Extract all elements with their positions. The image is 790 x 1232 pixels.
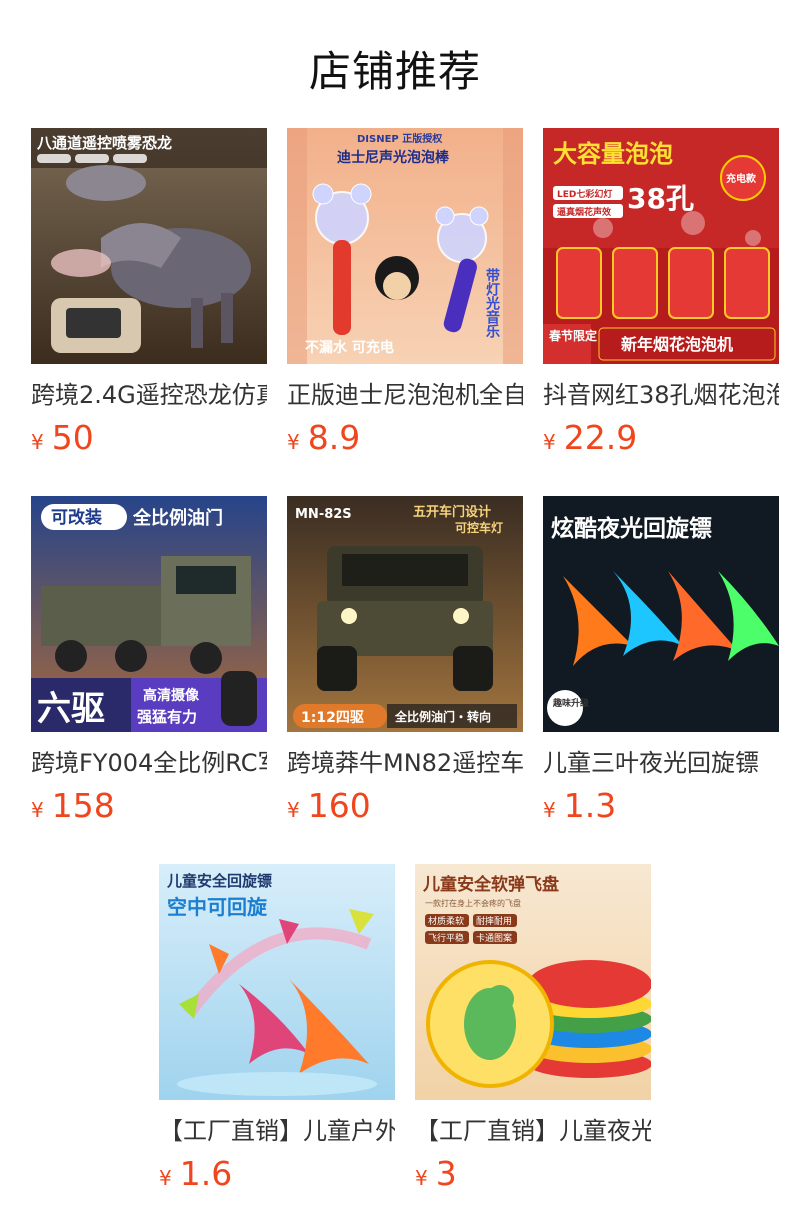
currency-symbol: ¥ [543,430,556,454]
product-price: ¥158 [31,786,267,832]
image-caption: 卡通图案 [476,932,512,944]
price-value: 160 [307,786,371,825]
image-caption: 飞行平稳 [428,932,464,944]
image-caption: DISNEP 正版授权 [357,132,443,145]
image-caption: 八通道遥控喷雾恐龙 [36,134,172,152]
currency-symbol: ¥ [415,1166,428,1190]
image-caption: 大容量泡泡 [553,140,673,168]
image-caption: 高清摄像 [143,687,200,704]
image-caption: 1:12四驱 [301,710,364,726]
image-caption: 带灯光音乐 [484,268,501,339]
price-value: 3 [435,1154,457,1193]
product-image-rc-jeep[interactable]: MN-82S 五开车门设计 可控车灯 1:12四驱 全比例油门・转向 [287,496,523,732]
price-value: 22.9 [563,418,638,457]
price-value: 1.6 [179,1154,233,1193]
image-caption: 耐摔耐用 [476,915,512,927]
product-price: ¥50 [31,418,267,464]
image-caption: 38孔 [627,182,694,215]
product-card[interactable]: 儿童安全回旋镖 空中可回旋 【工厂直销】儿童户外回旋镖 ¥1.6 [159,864,395,1200]
product-name[interactable]: 儿童三叶夜光回旋镖 [543,746,779,780]
currency-symbol: ¥ [31,798,44,822]
product-price: ¥22.9 [543,418,779,464]
image-caption: 趣味升级 [552,697,590,709]
product-card[interactable]: 儿童安全软弹飞盘 一款打在身上不会疼的飞盘 材质柔软 耐摔耐用 飞行平稳 卡通图… [415,864,651,1200]
product-image-glow-boomerang[interactable]: 炫酷夜光回旋镖 趣味升级 [543,496,779,732]
product-image-safe-boomerang[interactable]: 儿童安全回旋镖 空中可回旋 [159,864,395,1100]
product-image-firework-bubble[interactable]: 大容量泡泡 38孔 LED七彩幻灯 逼真烟花声效 充电款 春节限定 新年烟花泡泡… [543,128,779,364]
product-image-rc-truck[interactable]: 可改装 全比例油门 六驱 高清摄像 强猛有力 [31,496,267,732]
currency-symbol: ¥ [287,798,300,822]
product-price: ¥160 [287,786,523,832]
product-card[interactable]: MN-82S 五开车门设计 可控车灯 1:12四驱 全比例油门・转向 跨境莽牛M… [287,496,523,832]
product-name[interactable]: 【工厂直销】儿童夜光飞盘 [415,1114,651,1148]
product-card[interactable]: 炫酷夜光回旋镖 趣味升级 儿童三叶夜光回旋镖 ¥1.3 [543,496,779,832]
image-caption: LED七彩幻灯 [557,188,612,200]
image-caption: 新年烟花泡泡机 [621,335,733,354]
image-caption: 炫酷夜光回旋镖 [551,515,712,542]
image-caption: 一款打在身上不会疼的飞盘 [425,898,521,908]
image-caption: 全比例油门・转向 [394,709,491,724]
price-value: 50 [51,418,94,457]
image-caption: 春节限定 [548,328,597,343]
product-name[interactable]: 正版迪士尼泡泡机全自动 [287,378,523,412]
price-value: 8.9 [307,418,361,457]
product-card[interactable]: 可改装 全比例油门 六驱 高清摄像 强猛有力 跨境FY004全比例RC军卡 ¥1… [31,496,267,832]
image-caption: 儿童安全回旋镖 [166,872,272,890]
product-price: ¥1.3 [543,786,779,832]
currency-symbol: ¥ [31,430,44,454]
currency-symbol: ¥ [543,798,556,822]
image-caption: 充电款 [726,172,757,185]
product-name[interactable]: 跨境莽牛MN82遥控车 [287,746,523,780]
product-card[interactable]: 大容量泡泡 38孔 LED七彩幻灯 逼真烟花声效 充电款 春节限定 新年烟花泡泡… [543,128,779,464]
image-caption: 逼真烟花声效 [557,206,612,218]
image-caption: 可控车灯 [455,520,503,535]
product-image-dinosaur[interactable]: 八通道遥控喷雾恐龙 [31,128,267,364]
image-caption: 五开车门设计 [413,504,491,520]
page-title: 店铺推荐 [308,47,481,96]
image-caption: 强猛有力 [137,708,197,726]
image-caption: 迪士尼声光泡泡棒 [337,149,450,166]
image-caption: 儿童安全软弹飞盘 [422,874,559,895]
product-price: ¥3 [415,1154,651,1200]
product-name[interactable]: 【工厂直销】儿童户外回旋镖 [159,1114,395,1148]
image-caption: MN-82S [295,507,352,522]
currency-symbol: ¥ [159,1166,172,1190]
price-value: 158 [51,786,115,825]
product-image-frisbee[interactable]: 儿童安全软弹飞盘 一款打在身上不会疼的飞盘 材质柔软 耐摔耐用 飞行平稳 卡通图… [415,864,651,1100]
image-caption: 材质柔软 [428,915,464,927]
product-name[interactable]: 跨境FY004全比例RC军卡 [31,746,267,780]
product-image-bubble-wand[interactable]: DISNEP 正版授权 迪士尼声光泡泡棒 不漏水 可充电 带灯光音乐 [287,128,523,364]
image-caption: 可改装 [51,507,102,528]
image-caption: 不漏水 可充电 [305,339,394,356]
product-card[interactable]: 八通道遥控喷雾恐龙 跨境2.4G遥控恐龙仿真喷雾 ¥50 [31,128,267,464]
product-name[interactable]: 抖音网红38孔烟花泡泡机 [543,378,779,412]
product-price: ¥1.6 [159,1154,395,1200]
image-caption: 六驱 [37,689,105,729]
product-name[interactable]: 跨境2.4G遥控恐龙仿真喷雾 [31,378,267,412]
image-caption: 全比例油门 [132,507,223,529]
price-value: 1.3 [563,786,617,825]
image-caption: 空中可回旋 [167,895,268,919]
currency-symbol: ¥ [287,430,300,454]
product-card[interactable]: DISNEP 正版授权 迪士尼声光泡泡棒 不漏水 可充电 带灯光音乐 正版迪士尼… [287,128,523,464]
product-price: ¥8.9 [287,418,523,464]
